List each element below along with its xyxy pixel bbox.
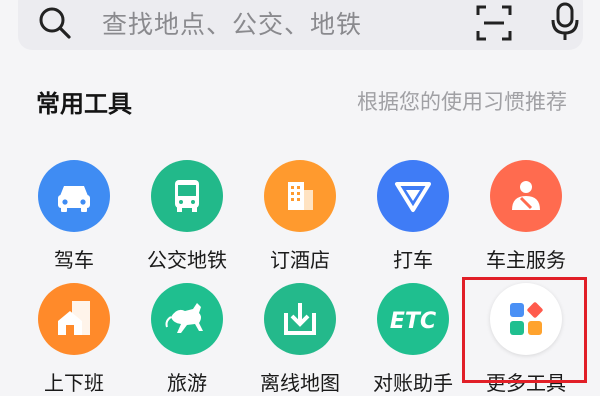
tool-label: 上下班 bbox=[44, 371, 104, 395]
search-icon bbox=[39, 7, 71, 39]
tool-car-owner-service[interactable]: 车主服务 bbox=[469, 160, 583, 273]
tool-reconciliation-assistant[interactable]: ETC 对账助手 bbox=[356, 283, 470, 396]
travel-horse-icon bbox=[151, 283, 223, 355]
hotel-icon bbox=[264, 160, 336, 232]
scan-icon[interactable] bbox=[475, 4, 513, 42]
car-owner-service-icon bbox=[490, 160, 562, 232]
section-hint: 根据您的使用习惯推荐 bbox=[357, 90, 567, 114]
tool-label: 离线地图 bbox=[260, 371, 340, 395]
search-input[interactable]: 查找地点、公交、地铁 bbox=[102, 5, 362, 41]
tool-hotel[interactable]: 订酒店 bbox=[243, 160, 357, 273]
tool-label: 车主服务 bbox=[486, 248, 566, 272]
tool-drive[interactable]: 驾车 bbox=[17, 160, 131, 273]
car-icon bbox=[38, 160, 110, 232]
tool-label: 对账助手 bbox=[373, 371, 453, 395]
tool-travel[interactable]: 旅游 bbox=[130, 283, 244, 396]
tool-label: 驾车 bbox=[54, 248, 94, 272]
tool-taxi[interactable]: 打车 bbox=[356, 160, 470, 273]
microphone-icon[interactable] bbox=[550, 2, 580, 42]
tool-commute[interactable]: 上下班 bbox=[17, 283, 131, 396]
highlight-box bbox=[462, 277, 587, 383]
taxi-icon bbox=[377, 160, 449, 232]
bus-icon bbox=[151, 160, 223, 232]
tool-offline-map[interactable]: 离线地图 bbox=[243, 283, 357, 396]
tool-label: 公交地铁 bbox=[147, 248, 227, 272]
section-title: 常用工具 bbox=[36, 90, 132, 118]
tool-label: 打车 bbox=[393, 248, 433, 272]
search-bar[interactable]: 查找地点、公交、地铁 bbox=[18, 0, 583, 50]
offline-map-download-icon bbox=[264, 283, 336, 355]
tool-bus-metro[interactable]: 公交地铁 bbox=[130, 160, 244, 273]
tool-label: 订酒店 bbox=[270, 248, 330, 272]
tool-label: 旅游 bbox=[167, 371, 207, 395]
etc-icon: ETC bbox=[377, 283, 449, 355]
svg-text:ETC: ETC bbox=[390, 309, 436, 334]
commute-icon bbox=[38, 283, 110, 355]
